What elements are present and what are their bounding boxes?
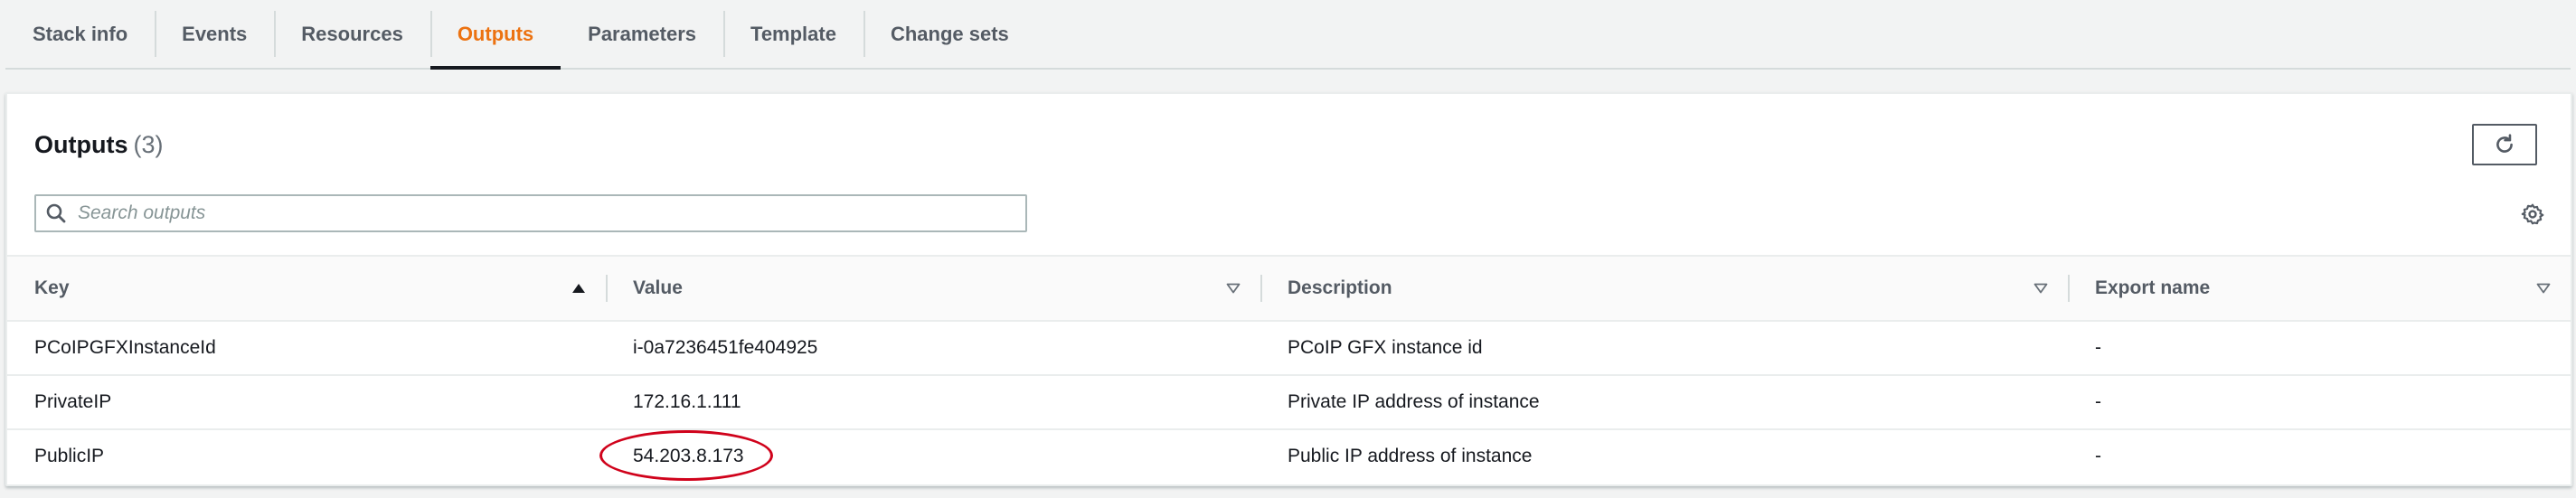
refresh-icon [2496,134,2513,153]
cell-key: PrivateIP [34,391,112,412]
column-header-description[interactable]: Description [1260,257,2068,320]
cell-description: Private IP address of instance [1288,391,1540,412]
column-header-key[interactable]: Key [7,257,606,320]
cell-key: PCoIPGFXInstanceId [34,337,216,358]
cell-export-name: - [2095,391,2101,412]
outputs-title: Outputs [34,131,128,158]
cell-export-name: - [2095,337,2101,358]
column-label-description: Description [1288,277,1392,298]
table-header: Key Value Description Export name [7,255,2571,322]
caret-down-outline-icon[interactable] [2033,283,2048,294]
outputs-heading: Outputs (3) [34,131,163,159]
cell-value: 54.203.8.173 [633,446,744,466]
table-row: PublicIP 54.203.8.173 Public IP address … [7,430,2571,483]
column-header-export-name[interactable]: Export name [2068,257,2571,320]
search-input[interactable] [76,196,1025,230]
tab-stack-info[interactable]: Stack info [5,0,155,68]
table-row: PrivateIP 172.16.1.111 Private IP addres… [7,376,2571,430]
outputs-panel: Outputs (3) Search outputs Key Value Des… [5,92,2572,486]
cell-key: PublicIP [34,446,105,466]
outputs-count: (3) [133,131,164,158]
cell-value: i-0a7236451fe404925 [633,337,818,358]
column-header-value[interactable]: Value [606,257,1260,320]
caret-up-filled-icon[interactable] [571,283,586,294]
stack-tabs: Stack info Events Resources Outputs Para… [5,0,2571,70]
cell-export-name: - [2095,446,2101,466]
gear-icon [2521,203,2544,225]
cell-description: PCoIP GFX instance id [1288,337,1483,358]
caret-down-outline-icon[interactable] [1226,283,1241,294]
cell-description: Public IP address of instance [1288,446,1533,466]
column-label-key: Key [34,277,70,298]
tab-events[interactable]: Events [155,0,274,68]
tab-parameters[interactable]: Parameters [561,0,723,68]
column-label-value: Value [633,277,683,298]
settings-button[interactable] [2519,201,2546,228]
outputs-table: Key Value Description Export name PCoIPG… [7,255,2571,483]
search-box [34,194,1027,232]
search-icon [36,202,76,224]
tab-change-sets[interactable]: Change sets [863,0,1036,68]
refresh-button[interactable] [2472,124,2537,165]
table-row: PCoIPGFXInstanceId i-0a7236451fe404925 P… [7,322,2571,376]
tab-outputs[interactable]: Outputs [429,0,561,70]
column-label-export-name: Export name [2095,277,2211,298]
stack-outputs-view: Stack info Events Resources Outputs Para… [0,0,2576,498]
caret-down-outline-icon[interactable] [2536,283,2551,294]
cell-value: 172.16.1.111 [633,391,741,412]
tab-template[interactable]: Template [723,0,863,68]
tab-resources[interactable]: Resources [274,0,430,68]
